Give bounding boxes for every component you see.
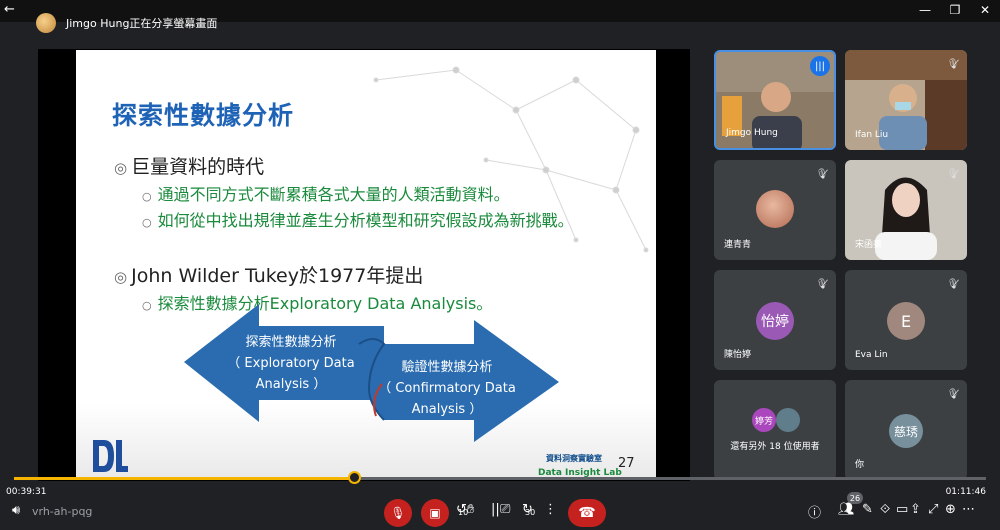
more-options-icon[interactable]: ⋮: [544, 502, 557, 517]
presentation-stage[interactable]: 探索性數據分析 ◎ 巨量資料的時代 ○ 通過不同方式不斷累積各式大量的人類活動資料。…: [38, 49, 690, 481]
share-status-text: Jimgo Hung正在分享螢幕畫面: [66, 17, 218, 30]
more-participants-text: 還有另外 18 位使用者: [730, 442, 820, 452]
volume-icon[interactable]: 🔊︎: [12, 503, 20, 518]
slide-sub-bullet: ○ 如何從中找出規律並產生分析模型和研究假設成為新挑戰。: [142, 211, 574, 230]
participant-avatar: E: [887, 302, 925, 340]
lock-icon[interactable]: ⊕: [945, 502, 956, 517]
slide-sub-bullet: ○ 通過不同方式不斷累積各式大量的人類活動資料。: [142, 185, 510, 204]
people-count-badge: 26: [847, 492, 863, 504]
participant-name: Eva Lin: [855, 350, 888, 360]
close-button[interactable]: ✕: [970, 0, 1000, 20]
activities-icon[interactable]: ⟐: [880, 502, 890, 517]
participant-avatar: [776, 408, 800, 432]
exploratory-label: 探索性數據分析（ Exploratory Data Analysis ）: [227, 335, 355, 392]
fullscreen-icon[interactable]: ⤢: [928, 502, 938, 517]
participant-tile[interactable]: 🎙︎̸ 連青青: [714, 160, 836, 260]
participant-tile[interactable]: 🎙︎̸ Ifan Liu: [845, 50, 967, 150]
window-controls: — ❐ ✕: [910, 0, 1000, 20]
participant-name: 你: [855, 460, 865, 470]
share-icon[interactable]: ⇪: [910, 502, 921, 517]
participant-name: 宋函蓁: [855, 240, 883, 250]
bottom-control-bar: 🔊︎ vrh-ah-pqg 🎙︎ ▣ ↺ 10 ✋︎ || ⎚ ↻ 30 ⋮ ☎…: [0, 492, 1000, 530]
participant-name: 陳怡婷: [724, 350, 752, 360]
participant-name: Ifan Liu: [855, 130, 889, 140]
mic-off-icon: 🎙︎̸: [815, 168, 829, 180]
forward-seconds: 30: [525, 508, 536, 517]
participant-avatar: 怡婷: [756, 302, 794, 340]
participant-tile[interactable]: E 🎙︎̸ Eva Lin: [845, 270, 967, 370]
slide-page-number: 27: [618, 456, 635, 471]
participant-avatar: 婷芳: [752, 408, 776, 432]
captions-icon[interactable]: ▭: [896, 502, 908, 517]
slide-title: 探索性數據分析: [112, 101, 295, 130]
minimize-button[interactable]: —: [910, 0, 940, 20]
end-call-button[interactable]: ☎︎: [568, 499, 606, 527]
mic-off-icon: 🎙︎̸: [946, 278, 960, 290]
mic-off-icon: 🎙︎̸: [946, 168, 960, 180]
participant-tile[interactable]: 怡婷 🎙︎̸ 陳怡婷: [714, 270, 836, 370]
playback-scrubber-handle[interactable]: [348, 471, 362, 484]
maximize-button[interactable]: ❐: [940, 0, 970, 20]
presenter-avatar: [36, 13, 56, 33]
participant-tile[interactable]: ||| Jimgo Hung: [714, 50, 836, 150]
more-participants-tile[interactable]: 婷芳 還有另外 18 位使用者: [714, 380, 836, 480]
mic-off-icon: 🎙︎̸: [946, 58, 960, 70]
participant-name: 連青青: [724, 240, 752, 250]
lab-name-zh: 資料洞察實驗室: [546, 454, 602, 463]
meeting-code: vrh-ah-pqg: [32, 505, 93, 518]
data-insight-lab-logo: [93, 440, 128, 472]
raise-hand-icon[interactable]: ✋︎: [467, 502, 474, 517]
overflow-menu-icon[interactable]: ⋯: [962, 502, 975, 517]
playback-progress-bar[interactable]: [14, 477, 986, 480]
back-arrow-icon[interactable]: ←: [4, 2, 15, 17]
participant-avatar: [756, 190, 794, 228]
pause-icon[interactable]: ||: [491, 502, 500, 517]
playback-progress-fill: [14, 477, 355, 480]
present-screen-icon[interactable]: ⎚: [500, 502, 510, 517]
self-tile[interactable]: 慈琇 🎙︎̸ 你: [845, 380, 967, 480]
slide-sub-bullets: ○ 通過不同方式不斷累積各式大量的人類活動資料。 ○ 如何從中找出規律並產生分析模型…: [142, 183, 642, 235]
participant-tile[interactable]: 🎙︎̸ 宋函蓁: [845, 160, 967, 260]
slide-bullet: ◎ John Wilder Tukey於1977年提出: [114, 265, 424, 287]
participant-name: Jimgo Hung: [726, 128, 778, 138]
info-icon[interactable]: ⓘ: [808, 502, 821, 521]
camera-toggle-button[interactable]: ▣: [421, 499, 449, 527]
screen-share-banner: Jimgo Hung正在分享螢幕畫面: [36, 10, 217, 36]
mic-toggle-button[interactable]: 🎙︎: [384, 499, 412, 527]
confirmatory-label: 驗證性數據分析（ Confirmatory Data Analysis ）: [378, 360, 516, 417]
mic-off-icon: 🎙︎̸: [946, 388, 960, 400]
slide-bullet: ◎ 巨量資料的時代: [114, 156, 265, 178]
speaking-indicator-icon: |||: [810, 56, 830, 76]
participant-avatar: 慈琇: [889, 414, 923, 448]
people-icon[interactable]: 👥︎: [838, 502, 855, 517]
mic-off-icon: 🎙︎̸: [815, 278, 829, 290]
chat-icon[interactable]: ✎: [862, 502, 873, 517]
slide: 探索性數據分析 ◎ 巨量資料的時代 ○ 通過不同方式不斷累積各式大量的人類活動資料。…: [76, 50, 656, 480]
